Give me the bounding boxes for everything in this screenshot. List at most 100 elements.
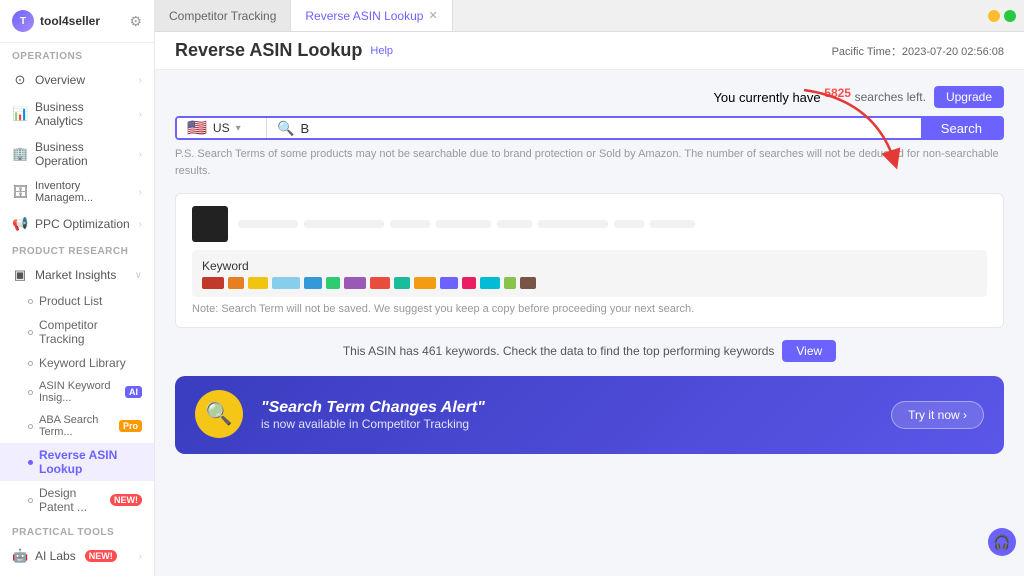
try-it-now-button[interactable]: Try it now › [891, 401, 984, 429]
dot-icon [28, 498, 33, 503]
banner-icon-wrap: 🔍 [195, 390, 245, 440]
search-input-wrap: 🔍 [267, 118, 921, 138]
kw-bar [272, 277, 300, 289]
search-icon: 🔍 [277, 120, 294, 137]
sidebar-sub-item-product-list[interactable]: Product List [0, 289, 154, 313]
tab-label: Reverse ASIN Lookup [305, 9, 423, 23]
flag-icon: 🇺🇸 [187, 118, 207, 138]
promo-banner: 🔍 "Search Term Changes Alert" is now ava… [175, 376, 1004, 454]
banner-subtitle: is now available in Competitor Tracking [261, 417, 875, 431]
page-title-wrap: Reverse ASIN Lookup Help [175, 40, 393, 61]
chevron-icon: › [139, 187, 142, 198]
sidebar-item-inventory[interactable]: 🗄 Inventory Managem... › [0, 174, 154, 210]
kw-bar [326, 277, 340, 289]
tab-competitor-tracking[interactable]: Competitor Tracking [155, 0, 291, 31]
kw-bar [248, 277, 268, 289]
chevron-icon: › [139, 149, 142, 160]
chevron-icon: › [139, 551, 142, 562]
asin-info-bar: This ASIN has 461 keywords. Check the da… [175, 340, 1004, 362]
new-badge: NEW! [85, 550, 117, 562]
sidebar-item-business-analytics[interactable]: 📊 Business Analytics › [0, 94, 154, 134]
settings-icon[interactable]: ⚙ [129, 13, 142, 30]
kw-bar [344, 277, 366, 289]
market-insights-icon: ▣ [12, 267, 28, 283]
meta-bar [538, 220, 608, 228]
chat-support-icon[interactable]: 🎧 [988, 528, 1016, 556]
sidebar-item-label: Market Insights [35, 268, 116, 282]
logo-text: tool4seller [40, 14, 100, 28]
result-card: Keyword [175, 193, 1004, 328]
sidebar-sub-item-competitor-tracking[interactable]: Competitor Tracking [0, 313, 154, 351]
country-selector[interactable]: 🇺🇸 US ▾ [177, 118, 267, 138]
kw-bar [504, 277, 516, 289]
kw-bar [202, 277, 224, 289]
kw-bar [440, 277, 458, 289]
meta-bar [497, 220, 532, 228]
sidebar-section-product-research: PRODUCT RESEARCH ▣ Market Insights ∨ Pro… [0, 238, 154, 519]
kw-bar [480, 277, 500, 289]
tab-close-icon[interactable]: ✕ [428, 9, 437, 22]
sub-item-label: Product List [39, 294, 102, 308]
searches-text: You currently have [713, 90, 820, 105]
banner-text-wrap: "Search Term Changes Alert" is now avail… [261, 399, 875, 431]
chevron-icon: › [139, 109, 142, 120]
banner-title: "Search Term Changes Alert" [261, 399, 875, 417]
tab-reverse-asin-lookup[interactable]: Reverse ASIN Lookup ✕ [291, 0, 452, 31]
sidebar-item-business-operation[interactable]: 🏢 Business Operation › [0, 134, 154, 174]
sub-item-label: ABA Search Term... [39, 414, 113, 438]
keyword-bars-container [202, 277, 977, 289]
result-meta-bars [238, 220, 695, 228]
sidebar-item-market-insights[interactable]: ▣ Market Insights ∨ [0, 261, 154, 289]
upgrade-button[interactable]: Upgrade [934, 86, 1004, 108]
sidebar-sub-item-design-patent[interactable]: Design Patent ... NEW! [0, 481, 154, 519]
dot-icon [28, 361, 33, 366]
search-container: 🇺🇸 US ▾ 🔍 Search [175, 116, 1004, 140]
search-input[interactable] [300, 121, 910, 136]
sidebar-item-label: Overview [35, 73, 85, 87]
time-display: Pacific Time：2023-07-20 02:56:08 [832, 43, 1004, 59]
kw-bar [228, 277, 244, 289]
content-header: Reverse ASIN Lookup Help Pacific Time：20… [155, 32, 1024, 70]
logo-letter: T [20, 16, 26, 27]
headset-icon: 🎧 [993, 534, 1010, 551]
dropdown-icon: ▾ [236, 123, 241, 134]
ai-badge: AI [125, 386, 142, 398]
result-note: Note: Search Term will not be saved. We … [192, 303, 987, 315]
ppc-icon: 📢 [12, 216, 28, 232]
sidebar-item-additional-tools[interactable]: 🔧 Additional Tools › [0, 570, 154, 576]
search-button[interactable]: Search [921, 118, 1002, 138]
minimize-button[interactable] [988, 10, 1000, 22]
maximize-button[interactable] [1004, 10, 1016, 22]
ai-labs-icon: 🤖 [12, 548, 28, 564]
sidebar-item-label: Business Analytics [35, 100, 132, 128]
content-body: You currently have 5825 searches left. U… [155, 70, 1024, 576]
sidebar-item-overview[interactable]: ⊙ Overview › [0, 66, 154, 94]
help-link[interactable]: Help [370, 45, 393, 57]
sidebar-sub-item-aba-search[interactable]: ABA Search Term... Pro [0, 409, 154, 443]
dot-icon [28, 424, 33, 429]
page-title: Reverse ASIN Lookup [175, 40, 362, 61]
inventory-icon: 🗄 [12, 184, 28, 200]
sidebar-sub-item-reverse-asin[interactable]: Reverse ASIN Lookup [0, 443, 154, 481]
sidebar-sub-item-keyword-library[interactable]: Keyword Library [0, 351, 154, 375]
chevron-icon: › [139, 219, 142, 230]
sidebar-item-ai-labs[interactable]: 🤖 AI Labs NEW! › [0, 542, 154, 570]
kw-bar [414, 277, 436, 289]
chevron-icon: › [139, 75, 142, 86]
view-button[interactable]: View [782, 340, 836, 362]
operation-icon: 🏢 [12, 146, 28, 162]
sidebar-item-ppc[interactable]: 📢 PPC Optimization › [0, 210, 154, 238]
sidebar-item-label: AI Labs [35, 549, 76, 563]
tabs-bar: Competitor Tracking Reverse ASIN Lookup … [155, 0, 1024, 32]
section-label-operations: OPERATIONS [0, 43, 154, 66]
sidebar-sub-item-asin-keyword[interactable]: ASIN Keyword Insig... AI [0, 375, 154, 409]
sidebar-logo: T tool4seller ⚙ [0, 0, 154, 43]
new-badge: NEW! [110, 494, 142, 506]
tab-label: Competitor Tracking [169, 9, 276, 23]
meta-bar [614, 220, 644, 228]
notice-text: P.S. Search Terms of some products may n… [175, 146, 1004, 179]
searches-suffix: searches left. [855, 90, 926, 104]
sub-item-label: Keyword Library [39, 356, 126, 370]
sidebar-section-operations: OPERATIONS ⊙ Overview › 📊 Business Analy… [0, 43, 154, 238]
sub-item-label: Competitor Tracking [39, 318, 142, 346]
